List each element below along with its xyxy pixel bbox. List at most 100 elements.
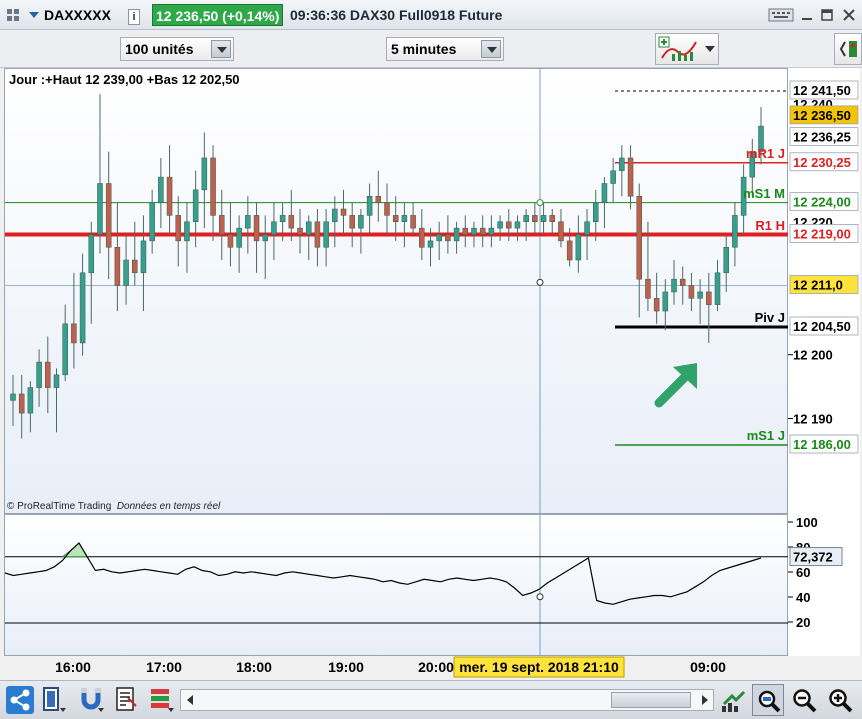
- candle-body: [566, 240, 573, 261]
- chevron-down-icon[interactable]: [211, 40, 231, 58]
- price-panel[interactable]: Jour :+Haut 12 239,00 +Bas 12 202,50 © P…: [4, 68, 789, 515]
- oscillator-panel[interactable]: [4, 514, 789, 657]
- close-icon[interactable]: [842, 0, 858, 30]
- candle-body: [305, 221, 312, 235]
- candle-body: [149, 202, 155, 242]
- axis-tick-label: 12 190: [793, 411, 833, 426]
- scroll-thumb[interactable]: [611, 692, 691, 708]
- minimize-icon[interactable]: [800, 0, 816, 30]
- magnet-icon[interactable]: [78, 686, 106, 714]
- candle-body: [427, 240, 434, 248]
- candle-body: [245, 215, 251, 229]
- candle-body: [175, 215, 182, 242]
- candle-body: [279, 215, 286, 223]
- candle-body: [288, 215, 295, 229]
- candle-body: [218, 215, 225, 235]
- candle-body: [514, 221, 521, 229]
- osc-tick-label: 100: [796, 515, 818, 530]
- candle-body: [236, 227, 242, 248]
- candle-body: [619, 157, 625, 171]
- price-tag-last: 12 236,25: [793, 130, 851, 145]
- symbol-name[interactable]: DAXXXXX: [44, 0, 134, 30]
- candle-body: [271, 221, 277, 235]
- side-panel-toggle[interactable]: [834, 33, 862, 65]
- candle-body: [10, 393, 16, 401]
- up-arrow-icon: [654, 363, 697, 408]
- time-tick-label: 20:00: [418, 659, 454, 675]
- interval-select[interactable]: 5 minutes: [386, 37, 504, 61]
- autoscale-icon[interactable]: [720, 686, 748, 714]
- candle-body: [201, 157, 208, 191]
- chevron-left-icon: [839, 41, 857, 57]
- candle-body: [697, 291, 703, 299]
- candle-body: [340, 208, 347, 216]
- scroll-right-icon[interactable]: [699, 694, 711, 706]
- candle-body: [97, 183, 103, 235]
- candle-body: [453, 227, 460, 242]
- time-tick-label: 16:00: [55, 659, 91, 675]
- indicators-button[interactable]: [655, 33, 719, 65]
- candle-body: [105, 183, 112, 248]
- units-select[interactable]: 100 unités: [120, 37, 234, 61]
- candle-body: [53, 374, 60, 388]
- candle-body: [384, 202, 390, 216]
- chevron-down-icon[interactable]: [481, 40, 501, 58]
- order-book-icon[interactable]: [148, 686, 174, 714]
- bottom-toolbar: [0, 680, 862, 719]
- level-label: mS1 M: [743, 185, 785, 201]
- grid-icon[interactable]: [6, 0, 20, 30]
- document-icon[interactable]: [114, 686, 140, 714]
- candle-body: [132, 259, 138, 274]
- maximize-icon[interactable]: [820, 0, 836, 30]
- candle-body: [45, 361, 51, 388]
- candle-body: [71, 323, 77, 344]
- zoom-out-icon[interactable]: [790, 686, 818, 714]
- level-label: mS1 J: [746, 428, 785, 443]
- share-icon[interactable]: [6, 686, 34, 714]
- candle-body: [723, 247, 729, 274]
- candle-body: [671, 278, 677, 293]
- info-icon[interactable]: i: [128, 0, 142, 30]
- chart-toolbar: 100 unités 5 minutes: [0, 30, 862, 68]
- candle-body: [506, 221, 512, 229]
- interval-select-value: 5 minutes: [391, 41, 457, 57]
- horizontal-scrollbar[interactable]: [180, 689, 714, 711]
- chevron-down-icon: [705, 46, 715, 52]
- candle-body: [540, 215, 547, 223]
- scroll-left-icon[interactable]: [184, 694, 196, 706]
- zoom-in-icon[interactable]: [826, 686, 854, 714]
- time-tick-label: 17:00: [146, 659, 182, 675]
- level-label: R1 H: [755, 217, 785, 233]
- candle-body: [158, 176, 164, 203]
- osc-tick-label: 20: [796, 615, 810, 630]
- dropdown-arrow-icon[interactable]: [28, 0, 40, 30]
- time-tick-label: 18:00: [236, 659, 272, 675]
- layout-icon[interactable]: [42, 686, 68, 714]
- candle-body: [253, 215, 260, 242]
- credit-realtime: Données en temps réel: [116, 501, 221, 512]
- price-tag-level: 12 219,00: [793, 227, 851, 242]
- price-axis[interactable]: 12 240 12 220 12 241,50 12 236,50 12 236,25 1…: [788, 68, 860, 656]
- keyboard-icon[interactable]: [768, 0, 796, 30]
- candle-body: [358, 215, 364, 229]
- zoom-area-button[interactable]: [752, 684, 784, 716]
- title-bar: DAXXXXX i 12 236,50 (+0,14%) 09:36:36 DA…: [0, 0, 862, 30]
- candle-body: [62, 323, 68, 376]
- osc-value-label: 72,372: [793, 550, 833, 565]
- indicators-icon: [658, 36, 697, 61]
- candle-body: [592, 202, 599, 223]
- level-label: mR1 J: [745, 145, 785, 161]
- chart-area[interactable]: Jour :+Haut 12 239,00 +Bas 12 202,50 © P…: [4, 68, 860, 657]
- candle-body: [436, 234, 442, 242]
- crosshair-dot: [536, 199, 544, 207]
- candle-body: [262, 234, 268, 242]
- price-tag-high: 12 241,50: [793, 83, 851, 98]
- candle-body: [332, 208, 338, 223]
- price-change-badge: 12 236,50 (+0,14%): [152, 4, 284, 26]
- candle-body: [18, 393, 25, 414]
- candle-body: [297, 227, 303, 235]
- candle-body: [653, 298, 660, 312]
- candle-body: [166, 176, 173, 216]
- candle-body: [445, 234, 451, 242]
- candle-body: [401, 215, 408, 223]
